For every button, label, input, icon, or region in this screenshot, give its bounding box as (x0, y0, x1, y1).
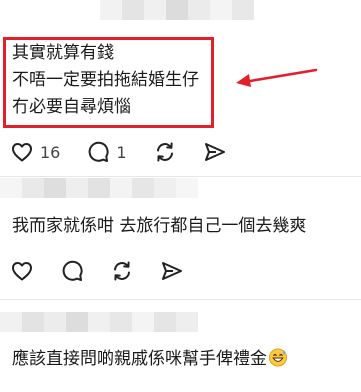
post-2-repost-button[interactable] (110, 259, 134, 283)
post-2-actions (10, 259, 210, 283)
comment-bubble-icon (62, 260, 83, 281)
comment-bubble-icon (89, 141, 109, 162)
post-1-blurred-username (100, 0, 254, 20)
heart-icon (12, 262, 32, 281)
post-2-like-button[interactable] (10, 259, 34, 283)
post-divider (0, 176, 361, 177)
send-icon (162, 262, 182, 280)
post-3-line-1: 應該直接問啲親戚係咪幫手俾禮金 (12, 349, 267, 369)
grinning-sweat-emoji (268, 348, 288, 367)
repost-icon (114, 261, 130, 281)
post-1-like-count: 16 (40, 142, 61, 162)
post-2-text: 我而家就係咁 去旅行都自己一個去幾爽 (12, 213, 306, 240)
post-2-blurred-username (0, 178, 198, 198)
post-2-line-1: 我而家就係咁 去旅行都自己一個去幾爽 (12, 216, 307, 236)
post-3-blurred-username (0, 312, 198, 332)
red-annotation-arrow (236, 68, 318, 87)
post-1-actions: 16 1 (10, 140, 253, 164)
post-2-share-button[interactable] (160, 259, 184, 283)
post-2-reply-button[interactable] (60, 259, 84, 283)
post-1-reply-count: 1 (116, 142, 127, 162)
red-highlight-box (3, 37, 214, 128)
post-1-share-button[interactable] (203, 140, 227, 164)
heart-icon (12, 143, 32, 162)
post-divider (0, 299, 361, 300)
post-3-text: 應該直接問啲親戚係咪幫手俾禮金 (12, 346, 288, 373)
post-1-reply-button[interactable]: 1 (86, 140, 127, 164)
post-1-like-button[interactable]: 16 (10, 140, 60, 164)
send-icon (204, 143, 225, 161)
repost-icon (156, 142, 173, 162)
post-1-repost-button[interactable] (153, 140, 177, 164)
